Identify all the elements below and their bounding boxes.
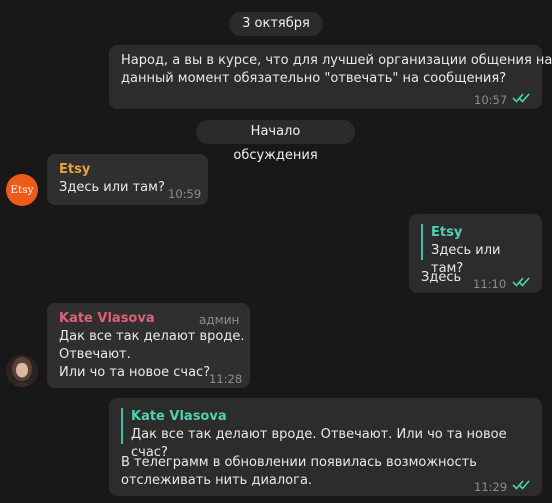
message-outgoing-reply-1[interactable]: Etsy Здесь или там? Здесь 11:10 xyxy=(409,214,542,293)
sender-name[interactable]: Kate Vlasova xyxy=(59,310,155,328)
message-time: 10:57 xyxy=(474,93,508,107)
date-separator: 3 октября xyxy=(229,12,323,36)
message-text-line: данный момент обязательно "отвечать" на … xyxy=(121,71,507,86)
read-double-check-icon xyxy=(512,479,532,491)
message-outgoing-1[interactable]: Народ, а вы в курсе, что для лучшей орга… xyxy=(109,45,552,109)
message-time: 11:10 xyxy=(473,277,507,291)
quote-sender: Etsy xyxy=(431,225,463,240)
message-text-line: Отвечают. xyxy=(59,347,131,362)
message-incoming-etsy[interactable]: Etsy Здесь или там? 10:59 xyxy=(47,154,208,205)
reply-quote[interactable]: Kate Vlasova Дак все так делают вроде. О… xyxy=(121,408,531,460)
read-double-check-icon xyxy=(512,92,532,104)
avatar-kate-vlasova[interactable] xyxy=(6,355,38,387)
message-time: 10:59 xyxy=(168,187,202,201)
quote-sender: Kate Vlasova xyxy=(131,409,227,424)
message-text-line: В телеграмм в обновлении появилась возмо… xyxy=(121,455,477,470)
avatar-etsy[interactable]: Etsy xyxy=(6,174,38,206)
message-text-line: Или чо та новое счас? xyxy=(59,365,211,380)
sender-name[interactable]: Etsy xyxy=(59,161,90,179)
message-time: 11:29 xyxy=(474,480,508,494)
message-text-line: Народ, а вы в курсе, что для лучшей орга… xyxy=(121,53,552,68)
message-time: 11:28 xyxy=(209,372,243,386)
message-text-line: Дак все так делают вроде. xyxy=(59,329,245,344)
read-double-check-icon xyxy=(512,276,532,288)
admin-badge: админ xyxy=(199,313,240,327)
message-incoming-kate[interactable]: Kate Vlasova админ Дак все так делают вр… xyxy=(47,303,250,388)
message-outgoing-reply-2[interactable]: Kate Vlasova Дак все так делают вроде. О… xyxy=(109,398,542,496)
message-text-line: отслеживать нить диалога. xyxy=(121,473,313,488)
message-text: Здесь или там? xyxy=(59,180,165,195)
reply-quote[interactable]: Etsy Здесь или там? xyxy=(421,224,533,276)
etsy-logo-text: Etsy xyxy=(10,184,34,196)
message-text: Здесь xyxy=(421,270,462,285)
sender-name-text: Kate Vlasova xyxy=(59,311,155,326)
discussion-start-separator: Начало обсуждения xyxy=(196,120,355,163)
user-photo-icon xyxy=(6,355,38,387)
